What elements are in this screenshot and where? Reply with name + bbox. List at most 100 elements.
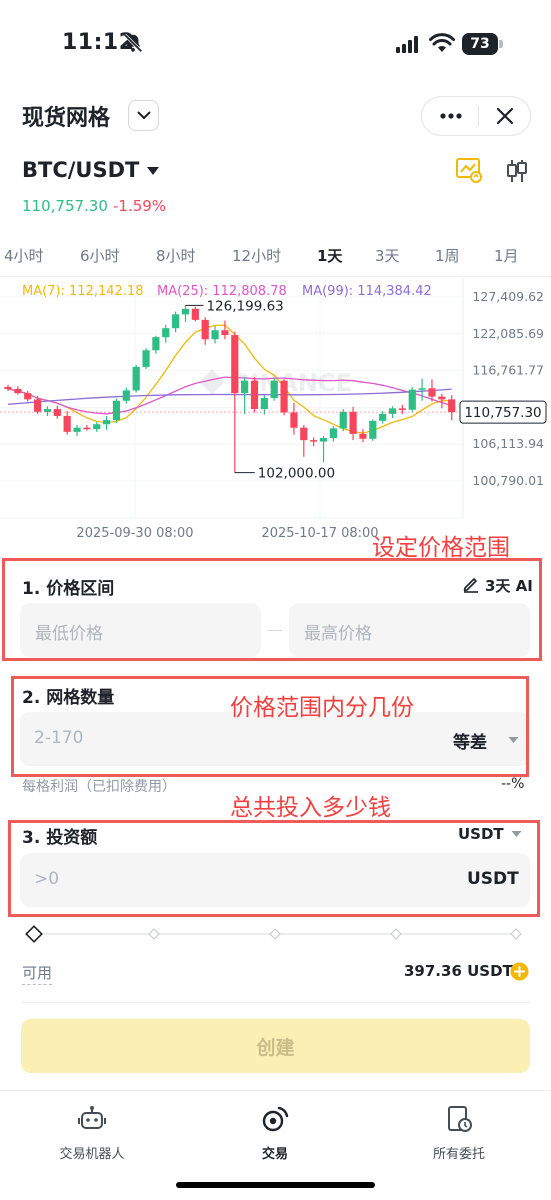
ma7-legend: MA(7): 112,142.18 <box>22 284 143 299</box>
candle-body <box>93 424 101 430</box>
slider-mark-25[interactable] <box>148 928 160 940</box>
tab-interval-1d[interactable]: 1天 <box>317 245 342 266</box>
watermark-text: BINANCE <box>232 369 352 397</box>
y-tick-label: 100,790.01 <box>472 473 544 488</box>
candle-body <box>83 427 91 430</box>
page-title: 现货网格 <box>22 106 111 131</box>
tab-interval-4h[interactable]: 4小时 <box>4 245 44 266</box>
header-divider <box>478 106 479 126</box>
price-change-percent: -1.59% <box>113 197 167 215</box>
chevron-down-icon <box>137 111 150 119</box>
slider-handle[interactable] <box>25 925 43 943</box>
header-actions <box>421 96 531 136</box>
tab-interval-1w[interactable]: 1周 <box>435 245 460 266</box>
create-button-label: 创建 <box>256 1036 295 1059</box>
nav-trading-bots-label: 交易机器人 <box>59 1147 125 1162</box>
candle <box>231 331 239 473</box>
candle <box>448 395 456 421</box>
candle-body <box>63 415 71 432</box>
candle <box>93 422 101 432</box>
wifi-icon <box>429 33 455 52</box>
tab-interval-1m[interactable]: 1月 <box>494 245 519 266</box>
candle <box>201 317 209 345</box>
candle-body <box>388 408 397 414</box>
candle <box>211 326 219 344</box>
caret-down-icon[interactable] <box>146 166 160 176</box>
candle-body <box>250 380 259 410</box>
slider-mark-100[interactable] <box>510 928 522 940</box>
battery-tip <box>499 40 503 48</box>
candle <box>379 411 387 424</box>
candle <box>260 395 268 415</box>
candle <box>122 387 130 404</box>
tab-interval-6h[interactable]: 6小时 <box>80 245 120 266</box>
annotation-amount-text: 总共投入多少钱 <box>230 795 391 821</box>
add-funds-icon[interactable] <box>510 962 529 981</box>
more-dots-icon <box>440 113 462 119</box>
y-tick-label: 127,409.62 <box>472 289 544 304</box>
candle <box>221 320 229 340</box>
candle-body <box>418 388 426 390</box>
close-button[interactable] <box>482 99 528 133</box>
investment-slider[interactable] <box>20 922 532 946</box>
nav-trade-label: 交易 <box>261 1147 288 1162</box>
candle-body <box>221 330 229 336</box>
candlestick-icon[interactable] <box>505 158 529 184</box>
current-price-label: 110,757.30 <box>464 405 541 421</box>
annotation-frame-range <box>2 558 542 661</box>
candle <box>73 424 81 437</box>
candle-body <box>191 308 199 320</box>
x-tick-label: 2025-09-30 08:00 <box>76 526 193 538</box>
profit-per-grid-label: 每格利润（已扣除费用） <box>22 779 176 795</box>
candle-body <box>339 411 347 429</box>
candle-body <box>103 420 111 425</box>
nav-trading-bots[interactable]: 交易机器人 <box>22 1105 162 1162</box>
candle-body <box>132 366 140 391</box>
tab-interval-12h[interactable]: 12小时 <box>232 245 281 266</box>
trading-pair[interactable]: BTC/USDT <box>22 158 139 182</box>
tab-interval-3d[interactable]: 3天 <box>375 245 400 266</box>
candle <box>369 419 377 441</box>
candle <box>280 379 288 416</box>
candle <box>63 411 71 435</box>
annotation-range-text: 设定价格范围 <box>372 535 510 561</box>
slider-mark-75[interactable] <box>390 928 402 940</box>
nav-trade[interactable]: 交易 <box>205 1105 345 1162</box>
more-button[interactable] <box>426 99 476 133</box>
robot-icon <box>78 1106 106 1129</box>
battery-level: 73 <box>462 33 498 55</box>
candle-body <box>428 388 436 397</box>
low-price-label: 102,000.00 <box>258 466 335 482</box>
chart-toggle-icon[interactable] <box>455 156 483 184</box>
candle <box>250 377 259 413</box>
y-tick-label: 106,113.94 <box>472 436 544 451</box>
candle-body <box>359 433 367 439</box>
available-label: 可用 <box>22 962 53 985</box>
candle <box>152 335 160 354</box>
tab-interval-8h[interactable]: 8小时 <box>156 245 196 266</box>
ma25-line <box>7 376 452 415</box>
create-button[interactable]: 创建 <box>21 1019 530 1073</box>
home-indicator <box>176 1182 375 1188</box>
candle-body <box>43 409 52 412</box>
candle-body <box>152 337 160 351</box>
candle-body <box>438 396 446 400</box>
candle <box>310 437 318 447</box>
ma25-legend: MA(25): 112,808.78 <box>157 284 287 299</box>
candle-body <box>260 397 268 410</box>
annotation-frame-amount <box>8 820 540 917</box>
high-price-label: 126,199.63 <box>206 298 283 314</box>
candle-body <box>4 386 12 389</box>
candle-body <box>162 328 170 338</box>
candle <box>181 305 190 322</box>
strategy-dropdown-button[interactable] <box>128 100 159 131</box>
candle-body <box>73 427 81 432</box>
trade-icon <box>262 1106 289 1132</box>
nav-all-orders[interactable]: 所有委托 <box>389 1105 529 1162</box>
candle-body <box>211 330 219 340</box>
slider-mark-50[interactable] <box>269 928 281 940</box>
orders-icon <box>448 1106 472 1132</box>
price-chart[interactable]: MA(7): 112,142.18 MA(25): 112,808.78 MA(… <box>0 278 551 538</box>
candle <box>112 398 121 423</box>
candle-body <box>172 314 180 329</box>
